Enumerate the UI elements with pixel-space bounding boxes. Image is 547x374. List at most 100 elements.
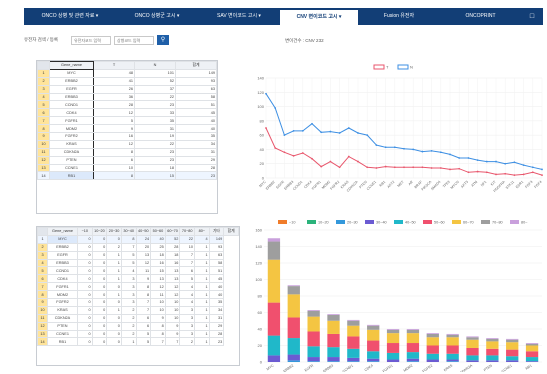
table-row[interactable]: 13 CCNE1 10 18 28 [37,163,217,173]
tab-oncoprint[interactable]: ONCOPRINT [440,8,521,25]
bar-segment[interactable] [506,339,519,343]
data-point[interactable] [513,161,516,164]
gene-name-cell[interactable]: EGFR [47,250,78,260]
data-point[interactable] [449,168,451,171]
row-number[interactable]: 12 [37,155,50,165]
column-header[interactable]: Gene_name [47,227,78,236]
data-point[interactable] [412,166,415,169]
value-cell[interactable]: 5 [93,116,135,126]
bar-segment[interactable] [347,336,360,349]
column-header[interactable]: 50~60 [150,227,166,236]
bar-segment[interactable] [446,361,459,362]
column-header[interactable]: T [93,61,135,70]
data-point[interactable] [403,147,405,150]
bar-segment[interactable] [287,294,300,318]
column-header[interactable]: Gene_name [49,61,94,70]
legend-label[interactable]: 50~60 [434,221,445,225]
value-cell[interactable]: 45 [208,274,225,284]
data-point[interactable] [311,157,313,160]
bar-segment[interactable] [446,345,459,354]
bar-segment[interactable] [347,357,360,362]
value-cell[interactable]: 10 [179,242,195,252]
value-cell[interactable]: 10 [164,305,181,315]
table-row[interactable]: 7 FGFR1 0 0 0 3 8 12 12 4 1 40 [37,282,239,292]
value-cell[interactable]: 28 [164,242,181,252]
value-cell[interactable]: 26 [93,84,135,94]
value-cell[interactable]: 0 [77,305,93,315]
legend-label[interactable]: N [410,65,413,70]
bar-segment[interactable] [287,285,300,287]
row-number[interactable]: 8 [37,290,48,300]
legend-swatch[interactable] [452,220,461,224]
table-row[interactable]: 13 CCNE1 0 0 0 2 5 8 9 3 1 28 [37,329,239,339]
value-cell[interactable]: 28 [208,329,225,339]
tab-sav-variant[interactable]: SAV 변이코드 고시 ▾ [198,8,280,25]
column-header[interactable]: 합계 [175,61,217,70]
value-cell[interactable]: 0 [77,298,93,307]
value-cell[interactable]: 8 [150,329,166,339]
bar-segment[interactable] [267,259,281,303]
data-point[interactable] [329,160,332,163]
value-cell[interactable]: 3 [179,321,195,331]
gene-name-cell[interactable]: MDM2 [47,290,78,300]
table-row[interactable]: 9 FGFR2 0 0 0 3 7 10 10 4 1 35 [37,298,239,307]
legend-swatch[interactable] [397,64,409,70]
bar-segment[interactable] [287,286,300,295]
value-cell[interactable]: 0 [106,329,122,339]
bar-segment[interactable] [406,352,420,359]
legend-label[interactable]: 60~70 [463,221,474,225]
data-point[interactable] [375,144,378,147]
value-cell[interactable]: 3 [120,298,137,307]
value-cell[interactable]: 12 [150,282,166,292]
tab-cnv-variant[interactable]: CNV 변이코드 고시 ▾ [280,8,358,25]
table-row[interactable]: 2 ERBB2 41 52 93 [37,76,217,86]
gene-name-cell[interactable]: CCND1 [49,100,94,110]
table-row[interactable]: 8 MDM2 9 31 40 [37,124,217,134]
value-cell[interactable]: 35 [208,298,225,307]
tab-fusion[interactable]: Fusion 유전자 [358,8,440,25]
value-cell[interactable]: 8 [93,171,135,181]
value-cell[interactable]: 1 [120,337,137,347]
bar-segment[interactable] [327,357,340,362]
value-cell[interactable]: 1 [106,305,122,315]
bar-segment[interactable] [446,333,459,335]
table-row[interactable]: 5 CCND1 0 0 1 4 11 15 13 6 1 51 [37,266,239,276]
table-row[interactable]: 3 EGFR 26 37 63 [37,84,217,94]
value-cell[interactable]: 1 [194,258,210,268]
column-header[interactable]: 80~ [194,227,210,236]
value-cell[interactable]: 45 [175,108,217,118]
bar-segment[interactable] [486,355,499,361]
value-cell[interactable]: 12 [164,290,181,300]
value-cell[interactable]: 22 [134,92,176,102]
value-cell[interactable]: 10 [93,163,135,173]
value-cell[interactable]: 1 [194,313,210,323]
value-cell[interactable]: 8 [150,321,166,331]
value-cell[interactable]: 12 [135,258,152,268]
data-point[interactable] [522,164,525,167]
value-cell[interactable]: 19 [134,132,176,141]
value-cell[interactable]: 7 [150,337,166,347]
value-cell[interactable]: 5 [135,329,152,339]
legend-swatch[interactable] [278,220,287,224]
data-point[interactable] [265,127,267,129]
value-cell[interactable]: 58 [175,92,217,102]
value-cell[interactable]: 40 [150,234,166,244]
row-number[interactable]: 7 [37,116,50,126]
value-cell[interactable]: 4 [194,234,210,244]
value-cell[interactable]: 0 [77,258,93,268]
value-cell[interactable]: 9 [93,124,135,134]
value-cell[interactable]: 7 [120,242,137,252]
value-cell[interactable]: 0 [91,282,108,292]
data-point[interactable] [329,130,332,133]
bar-segment[interactable] [327,314,340,321]
value-cell[interactable]: 0 [77,329,93,339]
gene-name-cell[interactable]: CDKN2A [49,147,94,157]
bar-segment[interactable] [307,310,320,317]
gene-name-cell[interactable]: MYC [49,68,94,78]
legend-label[interactable]: 40~50 [405,221,416,225]
bar-segment[interactable] [287,338,300,355]
bar-segment[interactable] [267,302,281,336]
bar-segment[interactable] [486,348,499,356]
bar-segment[interactable] [347,325,360,337]
bar-segment[interactable] [367,361,380,362]
